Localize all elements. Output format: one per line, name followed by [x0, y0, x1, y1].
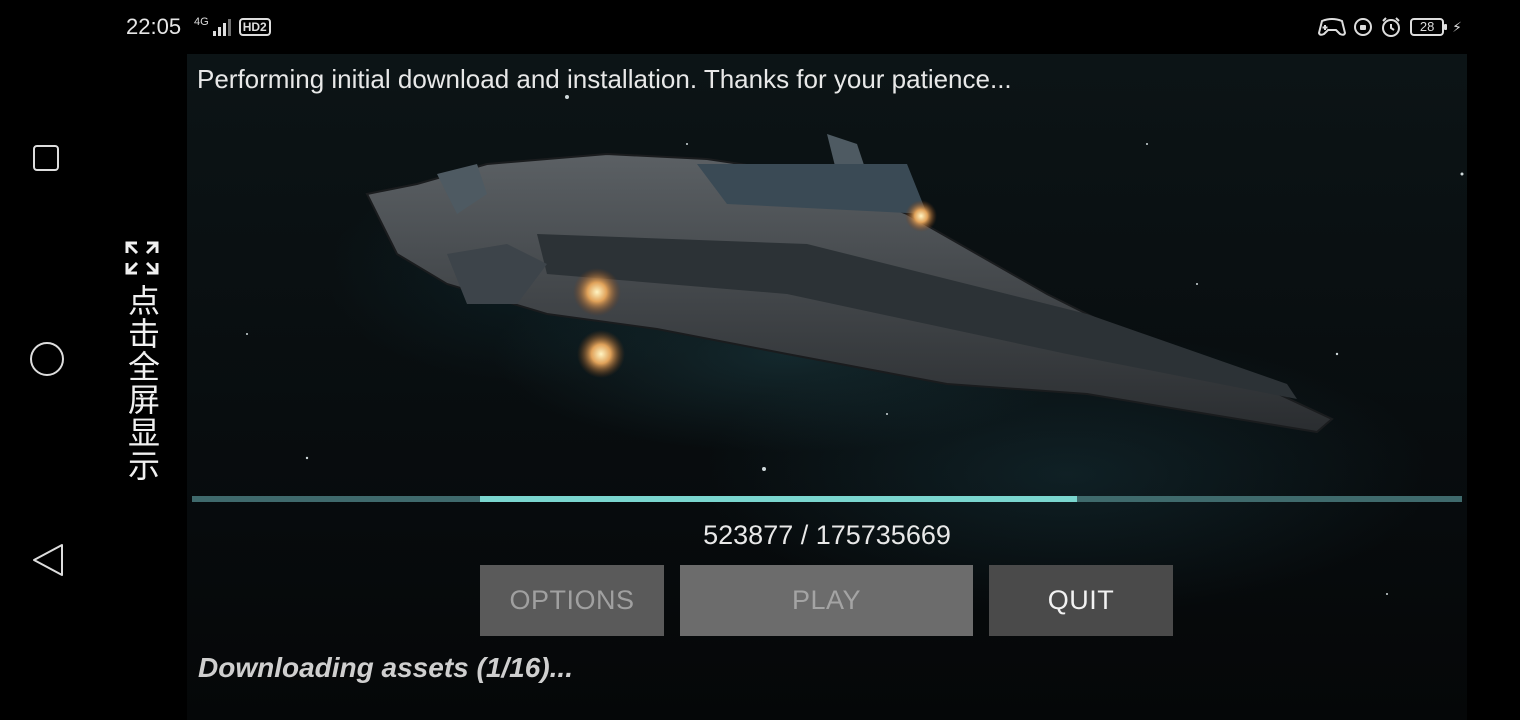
gamepad-icon — [1318, 18, 1347, 36]
quit-button[interactable]: QUIT — [989, 565, 1173, 636]
download-progress-bar — [192, 496, 1462, 502]
fullscreen-label: 点击全屏显示 — [123, 284, 161, 482]
battery-level: 28 — [1419, 19, 1435, 34]
charging-icon: ⚡ — [1452, 18, 1462, 35]
battery-icon: 28 — [1410, 18, 1448, 36]
game-screen[interactable]: Performing initial download and installa… — [187, 54, 1467, 720]
network-type: 4G — [194, 16, 209, 28]
options-button[interactable]: OPTIONS — [480, 565, 664, 636]
lock-rotation-icon — [1354, 18, 1373, 36]
download-title: Performing initial download and installa… — [197, 64, 1012, 94]
alarm-icon — [1382, 17, 1401, 37]
download-status-message: Downloading assets (1/16)... — [198, 652, 573, 683]
home-button[interactable] — [30, 342, 66, 378]
recent-apps-button[interactable] — [30, 142, 66, 178]
signal-icon — [212, 18, 235, 36]
back-triangle-icon — [33, 544, 63, 576]
expand-icon — [125, 241, 159, 275]
back-button[interactable] — [30, 542, 66, 578]
status-icons: 28 ⚡ — [1318, 14, 1462, 40]
status-time: 22:05 — [126, 14, 182, 39]
network-indicator: 4G HD2 — [194, 14, 271, 40]
fullscreen-hint[interactable]: 点击全屏显示 — [122, 240, 162, 482]
circle-icon — [30, 342, 64, 376]
download-progress-fill — [480, 496, 1078, 502]
hd-badge: HD2 — [238, 18, 271, 36]
play-button[interactable]: PLAY — [680, 565, 973, 636]
square-icon — [33, 145, 59, 171]
download-progress-text: 523877 / 175735669 — [703, 520, 951, 550]
